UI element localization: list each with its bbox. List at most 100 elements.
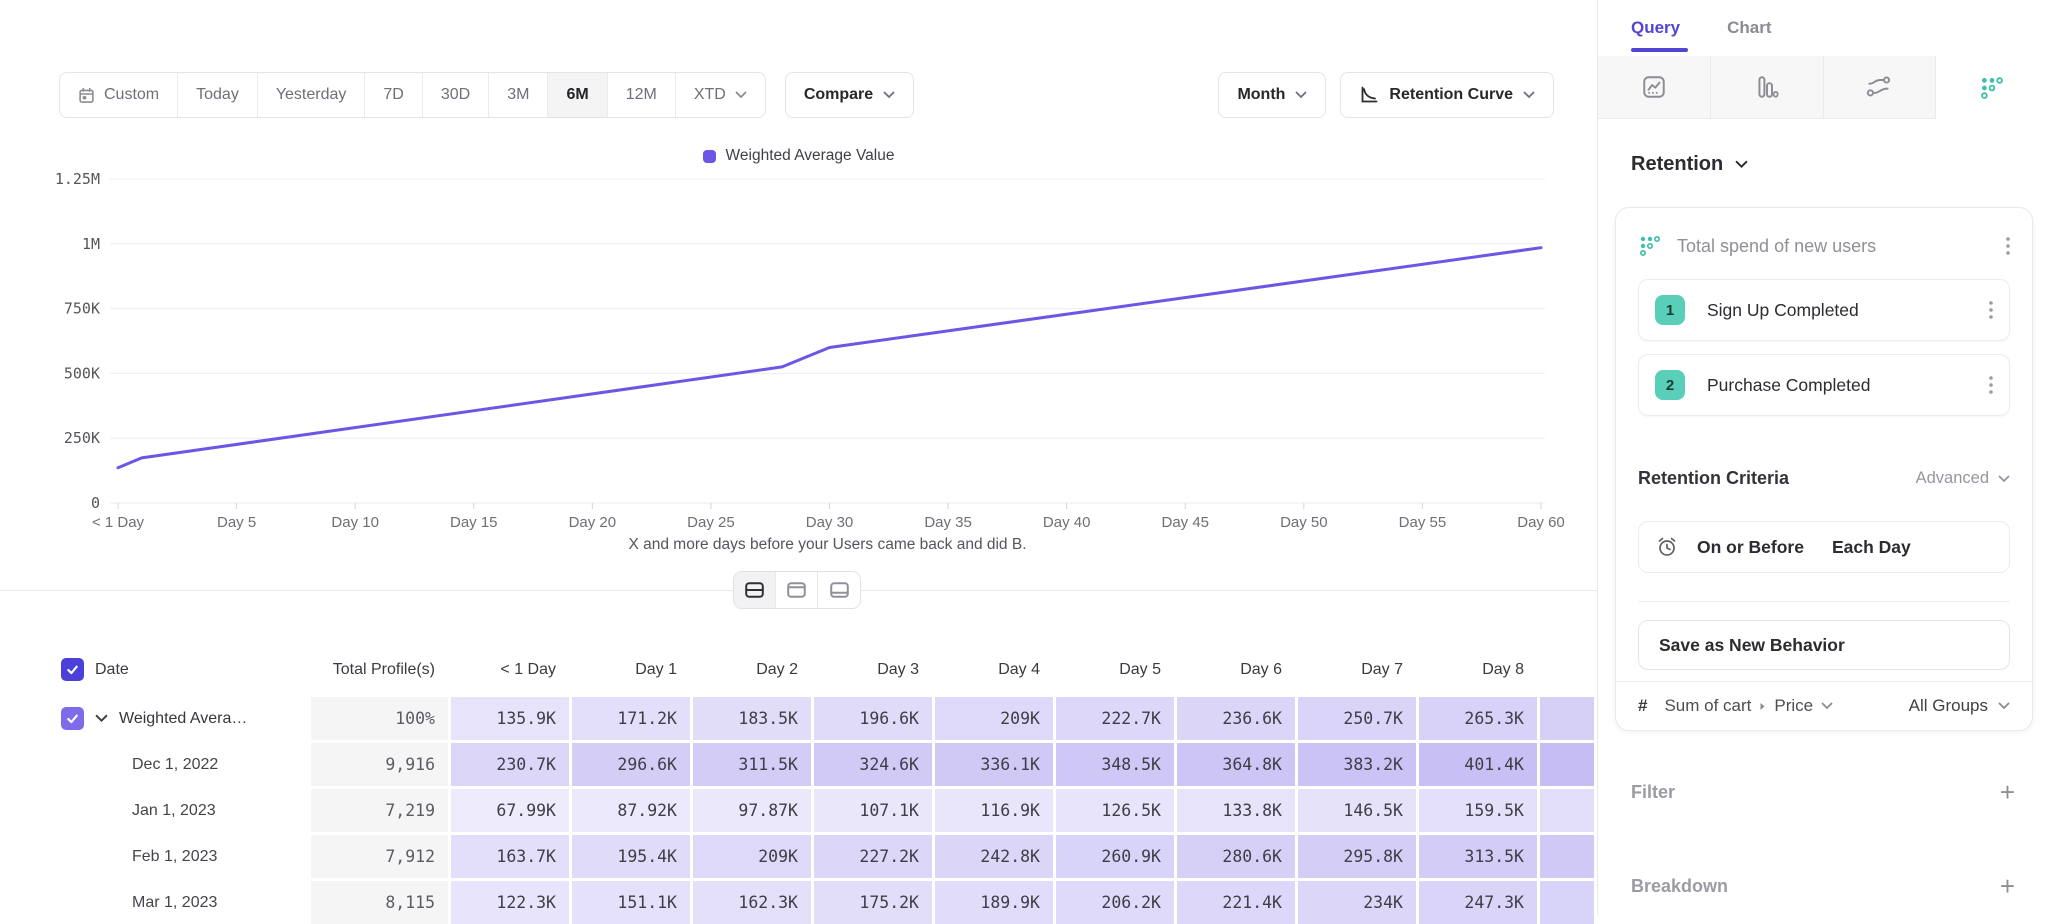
retention-value-cell[interactable]: 324.6K: [814, 743, 932, 786]
report-type-dropdown[interactable]: Retention: [1631, 153, 1748, 176]
column-header-cutoff: [1540, 653, 1594, 686]
retention-value-cell[interactable]: 209K: [693, 835, 811, 878]
retention-value-cell[interactable]: 383.2K: [1298, 743, 1416, 786]
retention-value-cell[interactable]: 116.9K: [935, 789, 1053, 832]
table-body: Weighted Average ...100%135.9K171.2K183.…: [52, 697, 1594, 924]
weighted-average-line[interactable]: [118, 248, 1541, 468]
kebab-menu-icon[interactable]: [1989, 301, 1993, 319]
query-panel: Query Chart: [1597, 0, 2048, 915]
view-toggle-table-only[interactable]: [776, 572, 818, 608]
x-axis-label: Day 45: [1161, 514, 1209, 531]
chevron-down-icon: [1821, 702, 1833, 710]
all-groups-dropdown[interactable]: All Groups: [1909, 696, 2010, 716]
retention-value-cell[interactable]: 133.8K: [1177, 789, 1295, 832]
date-range-3m[interactable]: 3M: [489, 73, 548, 117]
retention-value-cell[interactable]: 122.3K: [451, 881, 569, 924]
retention-value-cell[interactable]: 221.4K: [1177, 881, 1295, 924]
summary-row-label[interactable]: Weighted Average ...: [52, 697, 308, 740]
retention-value-cell[interactable]: 97.87K: [693, 789, 811, 832]
retention-value-cell[interactable]: 247.3K: [1419, 881, 1537, 924]
chart-type-button[interactable]: Retention Curve: [1340, 72, 1554, 118]
view-toggle-chart-only[interactable]: [818, 572, 860, 608]
date-range-custom[interactable]: Custom: [60, 73, 178, 117]
breakdown-section: Breakdown +: [1631, 864, 2015, 908]
granularity-button[interactable]: Month: [1218, 72, 1326, 118]
tab-insights[interactable]: [1598, 56, 1711, 119]
retention-value-cell[interactable]: 364.8K: [1177, 743, 1295, 786]
retention-value-cell[interactable]: 222.7K: [1056, 697, 1174, 740]
view-toggle-split[interactable]: [734, 572, 776, 608]
retention-value-cell[interactable]: 206.2K: [1056, 881, 1174, 924]
add-filter-button[interactable]: +: [2000, 779, 2015, 805]
date-range-xtd[interactable]: XTD: [676, 73, 765, 117]
retention-value-cell[interactable]: 313.5K: [1419, 835, 1537, 878]
x-axis-label: Day 40: [1043, 514, 1091, 531]
retention-value-cell[interactable]: 250.7K: [1298, 697, 1416, 740]
retention-value-cell[interactable]: 107.1K: [814, 789, 932, 832]
date-range-6m[interactable]: 6M: [548, 73, 607, 117]
behavior-header: Total spend of new users: [1638, 226, 2010, 266]
expand-chevron-icon[interactable]: [95, 714, 108, 723]
behavior-step[interactable]: 2Purchase Completed: [1638, 354, 2010, 416]
retention-value-cell[interactable]: 87.92K: [572, 789, 690, 832]
retention-value-cell[interactable]: 175.2K: [814, 881, 932, 924]
retention-value-cell[interactable]: 159.5K: [1419, 789, 1537, 832]
date-range-today[interactable]: Today: [178, 73, 258, 117]
retention-value-cell[interactable]: 265.3K: [1419, 697, 1537, 740]
retention-value-cell[interactable]: 401.4K: [1419, 743, 1537, 786]
retention-value-cell[interactable]: 163.7K: [451, 835, 569, 878]
retention-value-cell[interactable]: 189.9K: [935, 881, 1053, 924]
column-header: Total Profile(s): [311, 653, 448, 686]
retention-value-cell[interactable]: 196.6K: [814, 697, 932, 740]
retention-value-cell[interactable]: 227.2K: [814, 835, 932, 878]
check-icon: [65, 662, 80, 677]
retention-value-cell[interactable]: 260.9K: [1056, 835, 1174, 878]
measurement-property[interactable]: Sum of cart: [1664, 696, 1751, 716]
retention-value-cell[interactable]: 162.3K: [693, 881, 811, 924]
kebab-menu-icon[interactable]: [1989, 376, 1993, 394]
retention-line-chart[interactable]: 0250K500K750K1M1.25M< 1 DayDay 5Day 10Da…: [0, 130, 1597, 555]
tab-retention[interactable]: [1936, 56, 2048, 119]
measurement-subproperty[interactable]: Price: [1774, 696, 1813, 716]
date-range-7d[interactable]: 7D: [365, 73, 422, 117]
select-all-checkbox[interactable]: [61, 658, 84, 681]
retention-value-cell[interactable]: 171.2K: [572, 697, 690, 740]
retention-value-cell[interactable]: 311.5K: [693, 743, 811, 786]
kebab-menu-icon[interactable]: [2006, 237, 2010, 255]
behavior-step[interactable]: 1Sign Up Completed: [1638, 279, 2010, 341]
date-range-12m[interactable]: 12M: [608, 73, 676, 117]
compare-button[interactable]: Compare: [785, 72, 914, 118]
retention-value-cell[interactable]: 67.99K: [451, 789, 569, 832]
advanced-dropdown[interactable]: Advanced: [1916, 469, 2010, 488]
retention-value-cell[interactable]: 146.5K: [1298, 789, 1416, 832]
retention-value-cell[interactable]: 296.6K: [572, 743, 690, 786]
date-range-30d[interactable]: 30D: [423, 73, 489, 117]
criteria-condition[interactable]: On or Before Each Day: [1638, 521, 2010, 573]
retention-value-cell[interactable]: 234K: [1298, 881, 1416, 924]
date-range-yesterday[interactable]: Yesterday: [258, 73, 366, 117]
retention-value-cell[interactable]: 242.8K: [935, 835, 1053, 878]
toolbar: CustomTodayYesterday7D30D3M6M12MXTD Comp…: [59, 72, 1554, 118]
retention-value-cell[interactable]: 230.7K: [451, 743, 569, 786]
alarm-clock-icon: [1655, 535, 1679, 559]
retention-value-cell[interactable]: 135.9K: [451, 697, 569, 740]
retention-value-cell[interactable]: 295.8K: [1298, 835, 1416, 878]
retention-value-cell[interactable]: 236.6K: [1177, 697, 1295, 740]
retention-value-cell[interactable]: 183.5K: [693, 697, 811, 740]
retention-value-cell[interactable]: 280.6K: [1177, 835, 1295, 878]
retention-value-cell[interactable]: 195.4K: [572, 835, 690, 878]
tab-query[interactable]: Query: [1631, 18, 1680, 38]
save-as-new-behavior-button[interactable]: Save as New Behavior: [1638, 620, 2010, 670]
retention-value-cell[interactable]: 209K: [935, 697, 1053, 740]
add-breakdown-button[interactable]: +: [2000, 873, 2015, 899]
tab-funnels[interactable]: [1711, 56, 1824, 119]
retention-value-cell[interactable]: 126.5K: [1056, 789, 1174, 832]
behavior-title[interactable]: Total spend of new users: [1677, 236, 1991, 257]
row-checkbox[interactable]: [61, 707, 84, 730]
tab-flows[interactable]: [1824, 56, 1937, 119]
retention-value-cell[interactable]: 348.5K: [1056, 743, 1174, 786]
retention-value-cell[interactable]: 151.1K: [572, 881, 690, 924]
retention-value-cell[interactable]: 336.1K: [935, 743, 1053, 786]
tab-chart[interactable]: Chart: [1727, 18, 1771, 38]
filter-section: Filter +: [1631, 770, 2015, 814]
